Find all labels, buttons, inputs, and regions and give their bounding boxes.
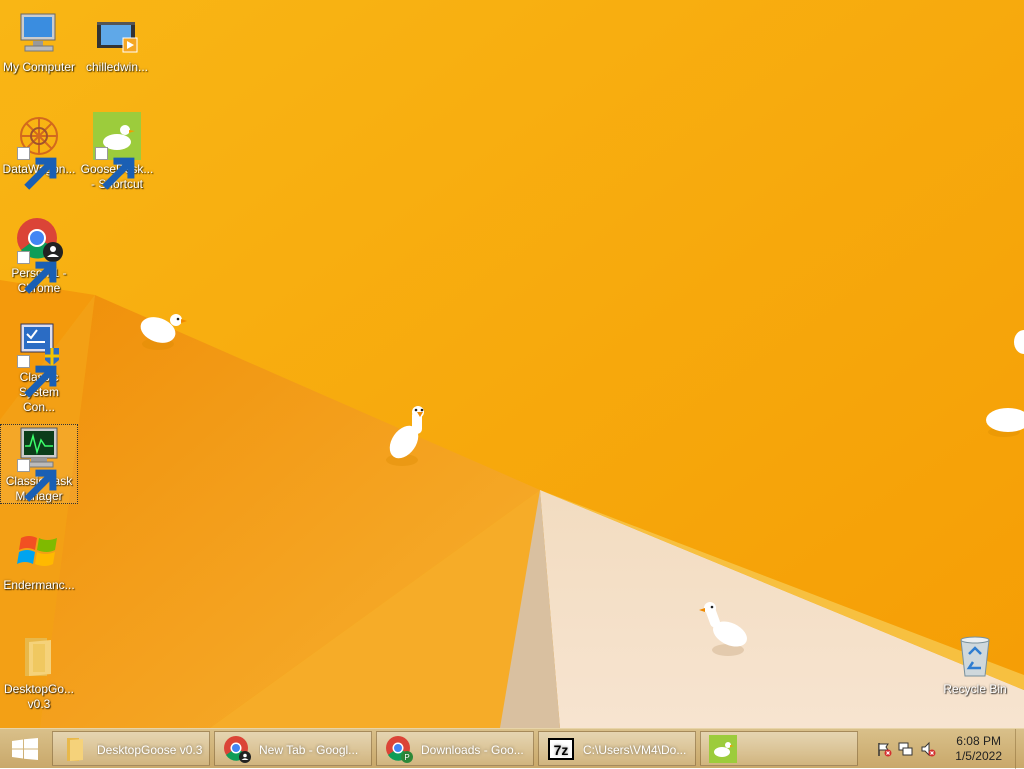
task-manager-icon [15,424,63,502]
wallpaper-background [0,0,1024,728]
windows-logo-icon [12,738,38,760]
desktop[interactable]: My Computer chilledwin... DataWagon... G… [0,0,1024,728]
goose-sprite[interactable] [1012,328,1024,358]
goose-sprite[interactable] [694,598,758,662]
system-tray: 6:08 PM 1/5/2022 [868,729,1024,769]
chilledwin-icon-item[interactable]: chilledwin... [78,10,156,75]
taskbar-button-chrome-new-tab[interactable]: New Tab - Googl... [214,731,372,766]
taskbar-button-label: C:\Users\VM4\Do... [583,743,687,757]
windows-flag-icon [15,528,63,576]
7zip-icon: 7z [548,738,574,760]
folder-icon [67,738,83,761]
classic-system-control-icon-item[interactable]: Classic System Con... [0,320,78,415]
clock-date: 1/5/2022 [955,749,1002,763]
folder-icon [15,632,63,680]
svg-text:P: P [404,753,409,762]
chrome-icon [15,216,63,294]
shortcut-arrow-icon [17,355,57,398]
taskbar-button-goose[interactable] [700,731,858,766]
taskbar-button-label: New Tab - Googl... [259,743,359,757]
goose-sprite[interactable] [984,400,1024,440]
svg-text:7z: 7z [554,742,569,758]
computer-icon [15,10,63,58]
volume-muted-icon[interactable] [920,741,936,757]
endermanch-icon-item[interactable]: Endermanc... [0,528,78,593]
desktopgoose-folder-icon-item[interactable]: DesktopGo... v0.3 [0,632,78,712]
chrome-icon: P [386,736,413,763]
desktop-icon-label: DesktopGo... v0.3 [3,682,75,711]
taskbar-button-label: Downloads - Goo... [421,743,524,757]
shortcut-arrow-icon [17,147,57,190]
datawagon-icon [15,112,63,190]
taskbar-button-7zip[interactable]: 7z C:\Users\VM4\Do... [538,731,696,766]
network-icon[interactable] [898,741,914,757]
datawagon-icon-item[interactable]: DataWagon... [0,112,78,190]
clock[interactable]: 6:08 PM 1/5/2022 [955,734,1002,764]
chrome-person1-icon-item[interactable]: Person 1 - Chrome [0,216,78,296]
show-desktop-button[interactable] [1015,729,1024,769]
goose-icon [93,112,141,190]
shortcut-arrow-icon [17,251,57,294]
classic-task-manager-icon-item[interactable]: Classic Task Manager [0,424,78,504]
clock-time: 6:08 PM [956,734,1001,748]
recycle-bin-icon [951,632,999,680]
taskbar-button-label: DesktopGoose v0.3 [97,743,203,757]
action-center-flag-icon[interactable] [876,741,892,757]
taskbar-button-desktopgoose-folder[interactable]: DesktopGoose v0.3 [52,731,210,766]
recycle-bin-icon-item[interactable]: Recycle Bin [936,632,1014,697]
desktop-icon-label: My Computer [2,60,76,74]
shortcut-arrow-icon [95,147,135,190]
chrome-icon [224,736,251,763]
desktop-icon-label: Endermanc... [3,578,75,592]
desktop-icon-label: Recycle Bin [943,682,1007,696]
my-computer-icon-item[interactable]: My Computer [0,10,78,75]
start-button[interactable] [0,729,48,769]
goose-icon [709,735,737,763]
goose-sprite[interactable] [380,402,436,474]
goose-sprite[interactable] [136,308,192,356]
desktop-icon-label: chilledwin... [85,60,149,74]
shortcut-arrow-icon [17,459,57,502]
goosedesktop-shortcut-icon-item[interactable]: GooseDesk... - Shortcut [78,112,156,192]
taskbar: DesktopGoose v0.3 New Tab - Googl... P D… [0,728,1024,769]
control-panel-icon [15,320,63,398]
taskbar-button-chrome-downloads[interactable]: P Downloads - Goo... [376,731,534,766]
video-file-icon [93,10,141,58]
